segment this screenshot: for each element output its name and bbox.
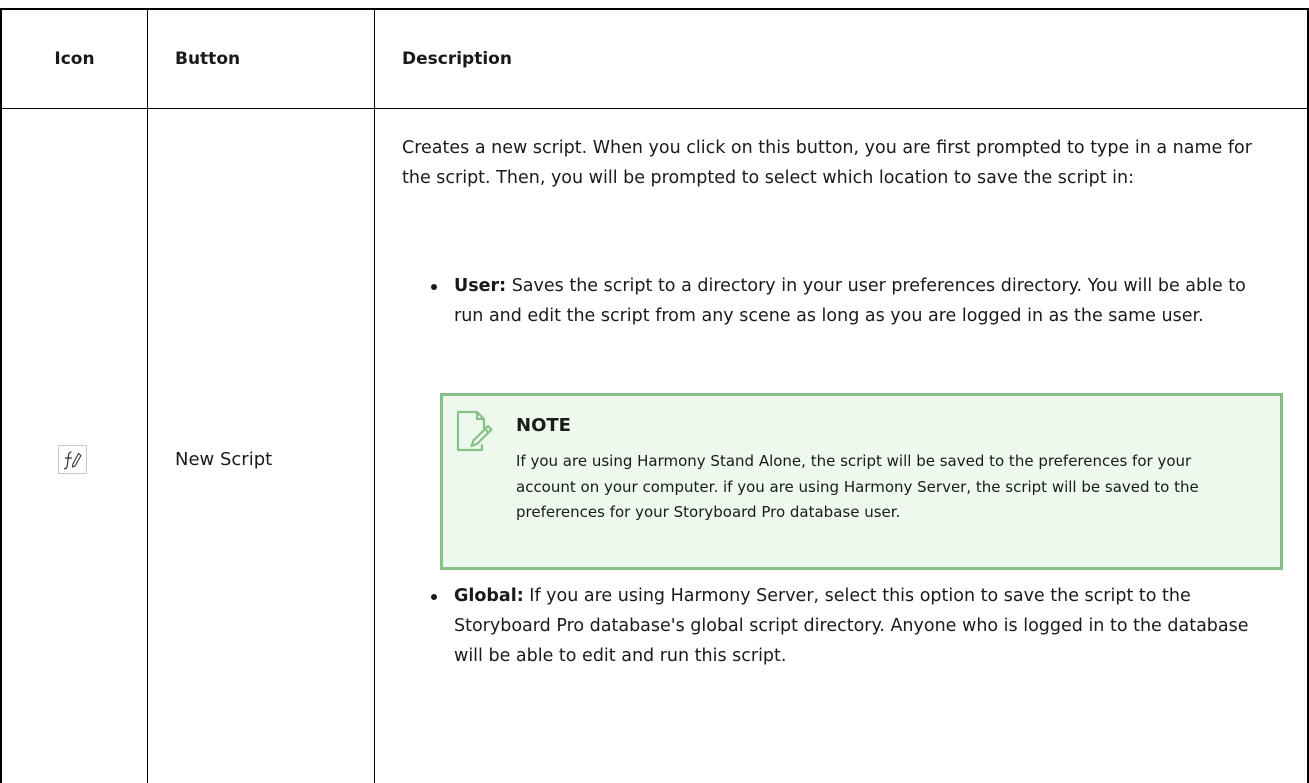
note-box: NOTE If you are using Harmony Stand Alon… <box>440 393 1283 570</box>
scripts-table: Icon Button Description New Script Creat… <box>0 0 1309 783</box>
bullet-dot <box>431 284 437 290</box>
header-icon: Icon <box>54 49 95 69</box>
description-intro: Creates a new script. When you click on … <box>402 138 1252 188</box>
bullet-user: User: Saves the script to a directory in… <box>402 271 1282 331</box>
column-divider-button-description <box>374 8 375 783</box>
note-title: NOTE <box>516 415 571 436</box>
table-left-border <box>0 8 2 783</box>
bullet-label: Global: <box>454 586 524 606</box>
bullet-text: Saves the script to a directory in your … <box>454 276 1246 326</box>
row-description: Creates a new script. When you click on … <box>402 133 1282 666</box>
bullet-dot <box>431 594 437 600</box>
header-separator <box>0 108 1309 109</box>
bullet-label: User: <box>454 276 507 296</box>
bullet-text: If you are using Harmony Server, select … <box>454 586 1249 666</box>
note-text: If you are using Harmony Stand Alone, th… <box>516 452 1199 521</box>
script-new-icon <box>58 445 87 474</box>
row-button-name: New Script <box>175 449 273 470</box>
header-button: Button <box>175 49 241 69</box>
header-description: Description <box>402 49 512 69</box>
column-divider-icon-button <box>147 8 148 783</box>
bullet-global: Global: If you are using Harmony Server,… <box>402 581 1282 671</box>
note-document-icon <box>456 410 493 452</box>
